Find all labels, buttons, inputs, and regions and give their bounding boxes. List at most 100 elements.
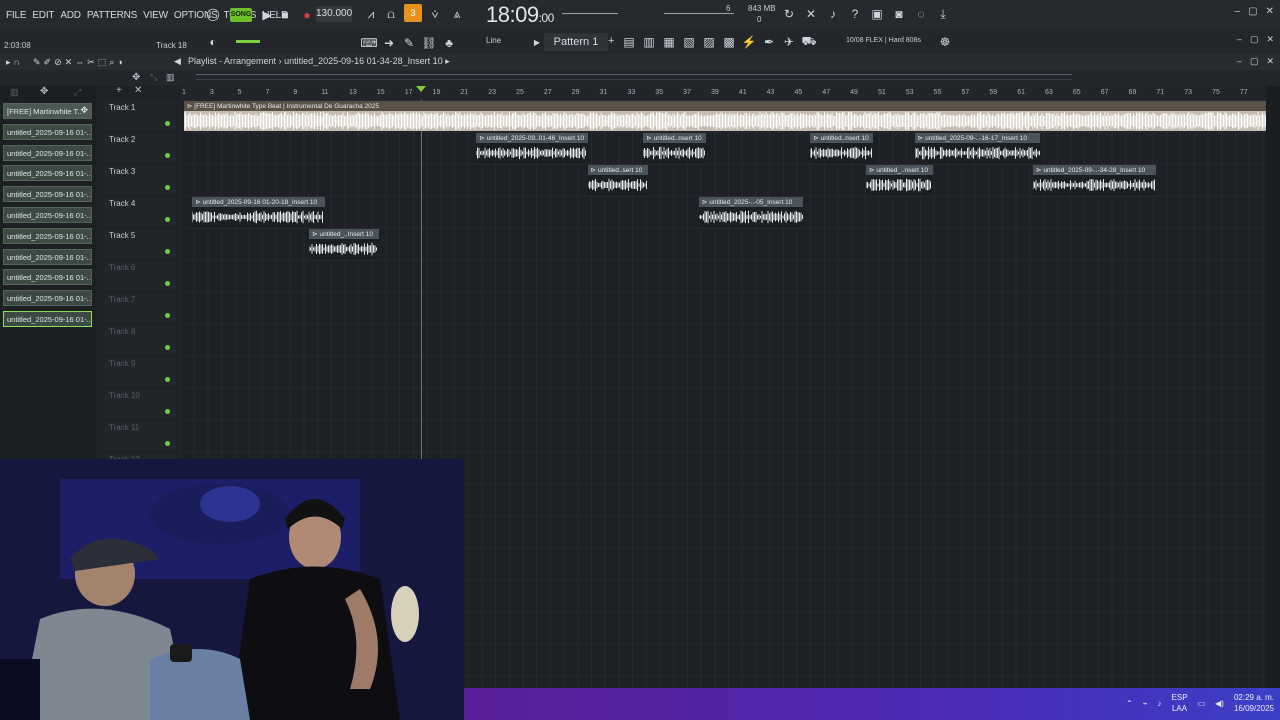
language-indicator[interactable]: ESP LAA (1172, 692, 1188, 714)
menu-view[interactable]: VIEW (143, 10, 168, 21)
browser-icon[interactable]: ▨ (700, 33, 718, 51)
slice-icon[interactable]: ✂ (87, 57, 95, 68)
track-mute-led[interactable] (165, 441, 170, 446)
download-icon[interactable]: ⤓ (934, 5, 952, 23)
track-mute-led[interactable] (165, 345, 170, 350)
picker-clip-item[interactable]: untitled_2025-09-16 01-.. (3, 311, 92, 327)
volume-icon[interactable]: ◀) (1215, 699, 1224, 708)
clip-menu-icon[interactable]: ⊳ (479, 135, 486, 142)
audio-clip[interactable]: ⊳ untitled_..Insert 10 (309, 229, 379, 259)
track-header[interactable]: Track 4 (104, 196, 176, 228)
audio-clip[interactable]: ⊳ untitled_2025-09-..-34-28_Insert 10 (1033, 165, 1156, 195)
menu-patterns[interactable]: PATTERNS (87, 10, 137, 21)
network-icon[interactable]: ⌁ (1143, 699, 1148, 708)
track-mute-led[interactable] (165, 249, 170, 254)
brush-icon[interactable]: ✎ (400, 34, 418, 52)
playlist-icon[interactable]: ▤ (620, 33, 638, 51)
chat-icon[interactable]: ◌ (912, 5, 930, 23)
wing-icon[interactable]: ✈ (780, 33, 798, 51)
clip-header[interactable]: ⊳ [FREE] Martinwhite Type Beat | Instrum… (184, 101, 1266, 111)
menu-file[interactable]: FILE (6, 10, 27, 21)
playback-icon[interactable]: ◑ (117, 57, 122, 68)
track-header[interactable]: Track 3 (104, 164, 176, 196)
countdown-icon[interactable]: 3 (404, 4, 422, 22)
track-header[interactable]: Track 5 (104, 228, 176, 260)
close-icon[interactable]: ✕ (1266, 6, 1274, 17)
channel-rack-icon[interactable]: ▥ (640, 33, 658, 51)
undo-history-icon[interactable]: ↻ (780, 5, 798, 23)
audio-clip[interactable]: ⊳ untitled_2025-..-05_Insert 10 (699, 197, 804, 227)
wait-input-icon[interactable]: ⩍ (382, 5, 400, 23)
maximize-icon[interactable]: ▢ (1250, 56, 1259, 67)
picker-move-icon[interactable]: ✥ (40, 86, 48, 97)
mute-icon[interactable]: ✕ (65, 57, 73, 68)
tempo-display[interactable]: 130.000 (316, 6, 352, 22)
blend-notes-icon[interactable]: ⩓ (448, 5, 466, 23)
audio-clip[interactable]: ⊳ untitled..nsert 10 (810, 133, 874, 163)
clip-header[interactable]: ⊳ untitled_..Insert 10 (309, 229, 379, 239)
keyboard-icon[interactable]: ⌨ (360, 34, 378, 52)
audio-clip[interactable]: ⊳ untitled_..nsert 10 (866, 165, 933, 195)
clip-header[interactable]: ⊳ untitled_2025-09..01-46_Insert 10 (476, 133, 588, 143)
clip-header[interactable]: ⊳ untitled_2025-09-..-34-28_Insert 10 (1033, 165, 1156, 175)
maximize-icon[interactable]: ▢ (1250, 34, 1259, 45)
mixer-icon[interactable]: ▦ (660, 33, 678, 51)
menu-edit[interactable]: EDIT (32, 10, 54, 21)
picker-move-icon[interactable]: ✥ (80, 105, 88, 116)
microphone-icon[interactable]: ♪ (824, 5, 842, 23)
clip-header[interactable]: ⊳ untitled_2025-..-05_Insert 10 (699, 197, 804, 207)
audio-clip[interactable]: ⊳ untitled_2025-09..01-46_Insert 10 (476, 133, 588, 163)
stop-icon[interactable]: ■ (276, 6, 294, 24)
play-icon[interactable]: ▶ (258, 6, 276, 24)
clip-header[interactable]: ⊳ untitled_2025-09-..-16-17_Insert 10 (914, 133, 1041, 143)
clip-header[interactable]: ⊳ untitled..nsert 10 (810, 133, 874, 143)
step-edit-icon[interactable]: ⩒ (426, 5, 444, 23)
picker-clip-item[interactable]: untitled_2025-09-16 01-.. (3, 269, 92, 286)
save-icon[interactable]: ▣ (868, 5, 886, 23)
select-icon[interactable]: ⬚ (98, 57, 107, 68)
picker-audio-icon[interactable]: ▥ (10, 87, 19, 98)
file-icon[interactable]: ▩ (720, 33, 738, 51)
pencil-icon[interactable]: ✎ (33, 57, 41, 68)
track-header[interactable]: Track 6 (104, 260, 176, 292)
track-header[interactable]: Track 10 (104, 388, 176, 420)
track-mute-led[interactable] (165, 217, 170, 222)
loop-record-icon[interactable]: ◯ (204, 5, 222, 23)
help-icon[interactable]: ? (846, 5, 864, 23)
clip-header[interactable]: ⊳ untitled_..nsert 10 (866, 165, 933, 175)
audio-clip[interactable]: ⊳ untitled_2025-09-16 01-20-18_Insert 10 (192, 197, 325, 227)
track-header[interactable]: Track 1 (104, 100, 176, 132)
pattern-selector[interactable]: Pattern 1 (544, 33, 608, 51)
slip-icon[interactable]: ⇔ (75, 57, 84, 68)
add-track-icon[interactable]: + (116, 85, 122, 96)
grid-icon[interactable]: ▥ (166, 72, 175, 83)
clip-menu-icon[interactable]: ⊳ (312, 231, 319, 238)
audio-clip[interactable]: ⊳ untitled..sert 10 (587, 165, 648, 195)
tools-icon[interactable]: ✕ (802, 5, 820, 23)
chevron-up-icon[interactable]: ⌃ (1126, 699, 1133, 708)
snap-select[interactable]: Line (486, 36, 501, 45)
maximize-icon[interactable]: ▢ (1248, 6, 1257, 17)
piano-roll-icon[interactable]: ▧ (680, 33, 698, 51)
microphone-tray-icon[interactable]: ♪ (1158, 699, 1162, 708)
clip-header[interactable]: ⊳ untitled..sert 10 (587, 165, 648, 175)
arrangement-overview-scrollbar[interactable] (196, 74, 1072, 80)
horizontal-zoom-icon[interactable]: ✥ (132, 72, 140, 83)
track-header[interactable]: Track 11 (104, 420, 176, 452)
menu-arrow-icon[interactable]: ▸ (6, 57, 11, 68)
picker-clip-item[interactable]: untitled_2025-09-16 01-.. (3, 290, 92, 307)
picker-clip-item[interactable]: untitled_2025-09-16 01-.. (3, 144, 92, 161)
remove-track-icon[interactable]: ✕ (134, 85, 142, 96)
song-mode-toggle[interactable]: SONG (230, 8, 252, 22)
track-header[interactable]: Track 8 (104, 324, 176, 356)
track-header[interactable]: Track 2 (104, 132, 176, 164)
track-mute-led[interactable] (165, 153, 170, 158)
picker-clip-item[interactable]: untitled_2025-09-16 01-.. (3, 248, 92, 265)
diagonal-zoom-icon[interactable]: ⤡ (150, 72, 157, 83)
display-icon[interactable]: ▭ (1198, 699, 1206, 708)
track-mute-led[interactable] (165, 185, 170, 190)
clip-menu-icon[interactable]: ⊳ (591, 167, 598, 174)
master-volume-slider[interactable] (236, 40, 260, 43)
picker-clip-item[interactable]: untitled_2025-09-16 01-.. (3, 123, 92, 140)
clip-menu-icon[interactable]: ⊳ (813, 135, 820, 142)
